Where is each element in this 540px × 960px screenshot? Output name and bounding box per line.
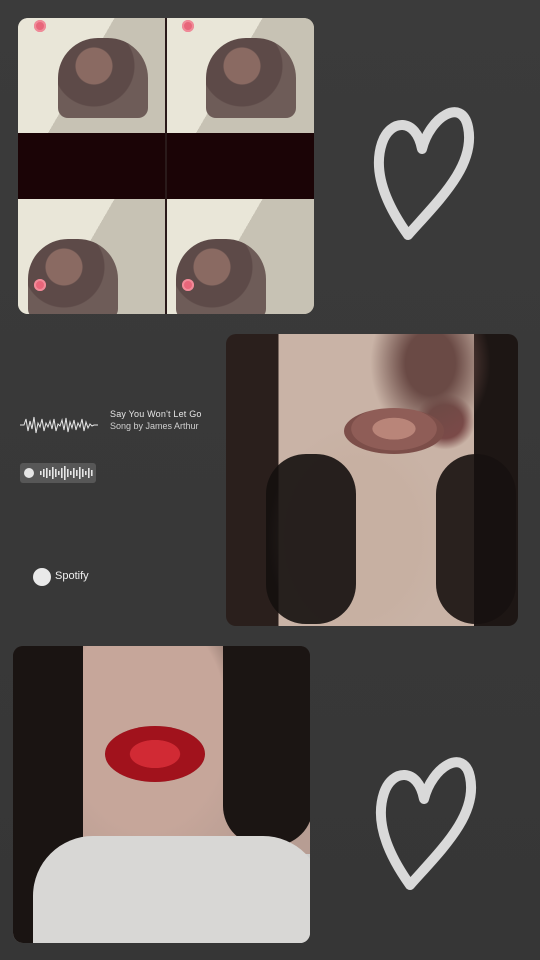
flower-icon bbox=[182, 20, 194, 32]
collage-divider bbox=[165, 18, 167, 314]
spotify-code-bars bbox=[40, 466, 93, 480]
spotify-icon bbox=[24, 468, 34, 478]
collage-photo-top-left bbox=[18, 18, 166, 133]
heart-outline-icon bbox=[373, 107, 475, 240]
flower-icon bbox=[34, 279, 46, 291]
song-sticker[interactable]: Say You Won't Let Go Song by James Arthu… bbox=[20, 405, 220, 445]
portrait-photo-red-lips[interactable] bbox=[13, 646, 310, 943]
collage-photo-bottom-right bbox=[166, 199, 314, 314]
spotify-icon bbox=[33, 568, 51, 586]
collage-photo-bottom-left bbox=[18, 199, 166, 314]
song-artist: Song by James Arthur bbox=[110, 421, 199, 431]
flower-icon bbox=[182, 279, 194, 291]
collage-photo-grid[interactable] bbox=[18, 18, 314, 314]
portrait-photo-lips[interactable] bbox=[226, 334, 518, 626]
heart-outline-icon bbox=[375, 757, 477, 890]
song-title: Say You Won't Let Go bbox=[110, 409, 202, 419]
spotify-label: Spotify bbox=[55, 570, 89, 582]
collage-photo-top-right bbox=[166, 18, 314, 133]
flower-icon bbox=[34, 20, 46, 32]
audio-waveform-icon bbox=[20, 416, 98, 434]
spotify-code[interactable] bbox=[20, 463, 96, 483]
